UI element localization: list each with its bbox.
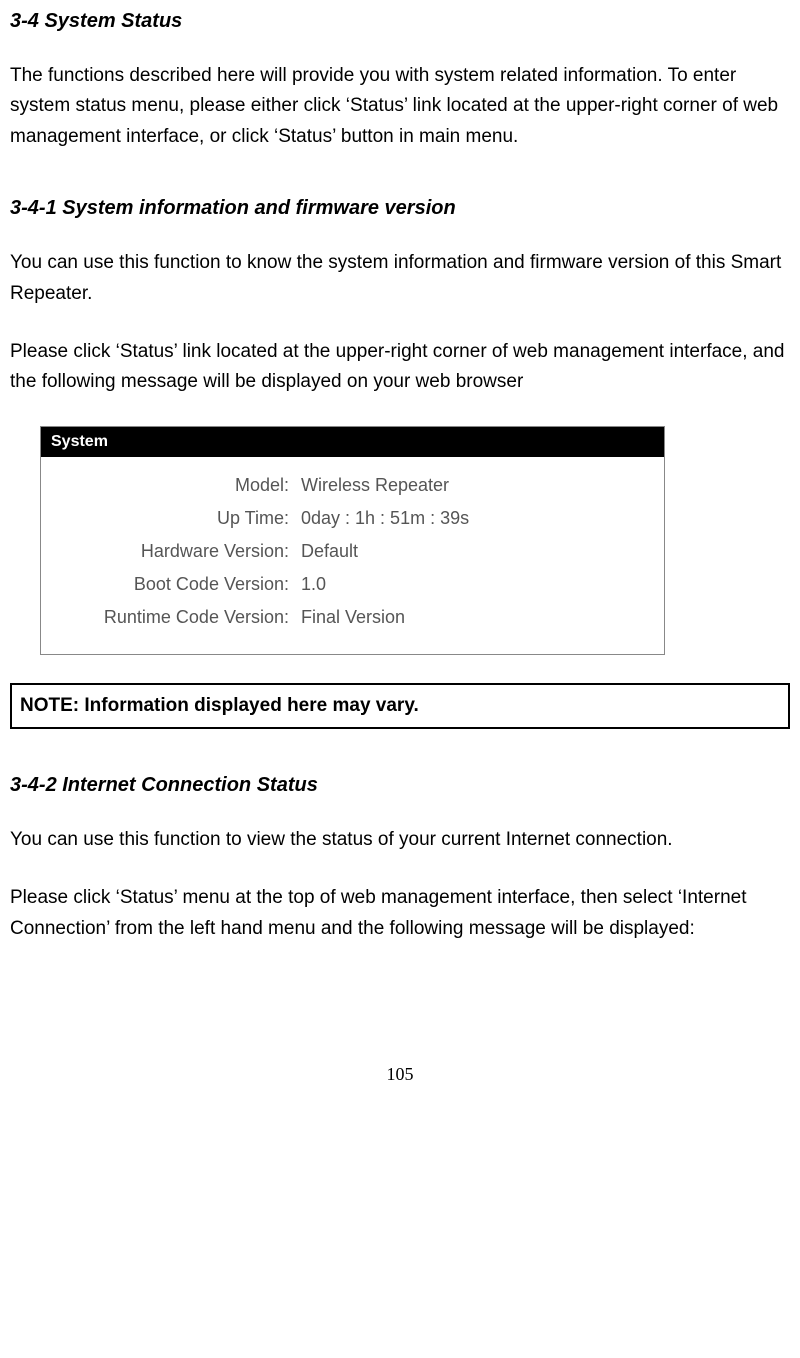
paragraph-3-4-1-a: You can use this function to know the sy… xyxy=(10,248,790,309)
paragraph-3-4-2-a: You can use this function to view the st… xyxy=(10,825,790,855)
label-bootcode: Boot Code Version: xyxy=(51,574,301,595)
info-row-bootcode: Boot Code Version: 1.0 xyxy=(51,568,654,601)
section-heading-3-4: 3-4 System Status xyxy=(10,10,790,33)
info-row-uptime: Up Time: 0day : 1h : 51m : 39s xyxy=(51,502,654,535)
info-row-model: Model: Wireless Repeater xyxy=(51,469,654,502)
paragraph-3-4-2-b: Please click ‘Status’ menu at the top of… xyxy=(10,883,790,944)
value-model: Wireless Repeater xyxy=(301,475,449,496)
section-heading-3-4-2: 3-4-2 Internet Connection Status xyxy=(10,774,790,797)
label-model: Model: xyxy=(51,475,301,496)
paragraph-3-4-1-b: Please click ‘Status’ link located at th… xyxy=(10,337,790,398)
info-row-runtime: Runtime Code Version: Final Version xyxy=(51,601,654,634)
note-box: NOTE: Information displayed here may var… xyxy=(10,683,790,729)
label-uptime: Up Time: xyxy=(51,508,301,529)
panel-header: System xyxy=(41,427,664,457)
info-row-hwver: Hardware Version: Default xyxy=(51,535,654,568)
label-runtime: Runtime Code Version: xyxy=(51,607,301,628)
section-heading-3-4-1: 3-4-1 System information and firmware ve… xyxy=(10,197,790,220)
value-hwver: Default xyxy=(301,541,358,562)
paragraph-intro: The functions described here will provid… xyxy=(10,61,790,152)
value-runtime: Final Version xyxy=(301,607,405,628)
system-panel: System Model: Wireless Repeater Up Time:… xyxy=(40,426,665,655)
label-hwver: Hardware Version: xyxy=(51,541,301,562)
value-uptime: 0day : 1h : 51m : 39s xyxy=(301,508,469,529)
page-number: 105 xyxy=(10,1064,790,1085)
value-bootcode: 1.0 xyxy=(301,574,326,595)
panel-body: Model: Wireless Repeater Up Time: 0day :… xyxy=(41,457,664,654)
